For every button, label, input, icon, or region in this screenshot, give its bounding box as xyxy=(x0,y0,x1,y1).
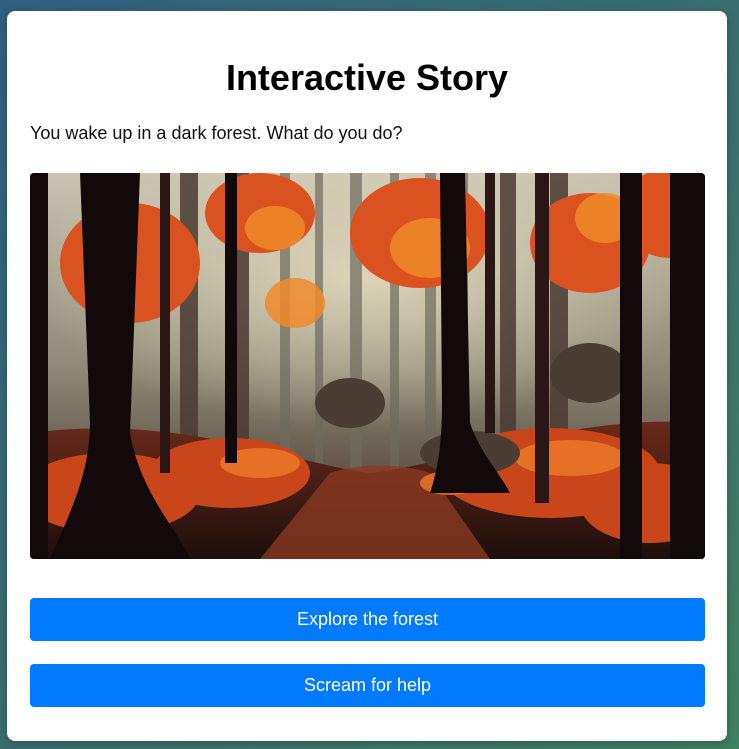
explore-forest-button[interactable]: Explore the forest xyxy=(30,598,705,641)
scream-for-help-button[interactable]: Scream for help xyxy=(30,664,705,707)
story-card: Interactive Story You wake up in a dark … xyxy=(7,11,727,741)
story-prompt: You wake up in a dark forest. What do yo… xyxy=(30,123,403,143)
story-title: Interactive Story xyxy=(225,57,509,98)
forest-scene-image xyxy=(30,173,705,559)
